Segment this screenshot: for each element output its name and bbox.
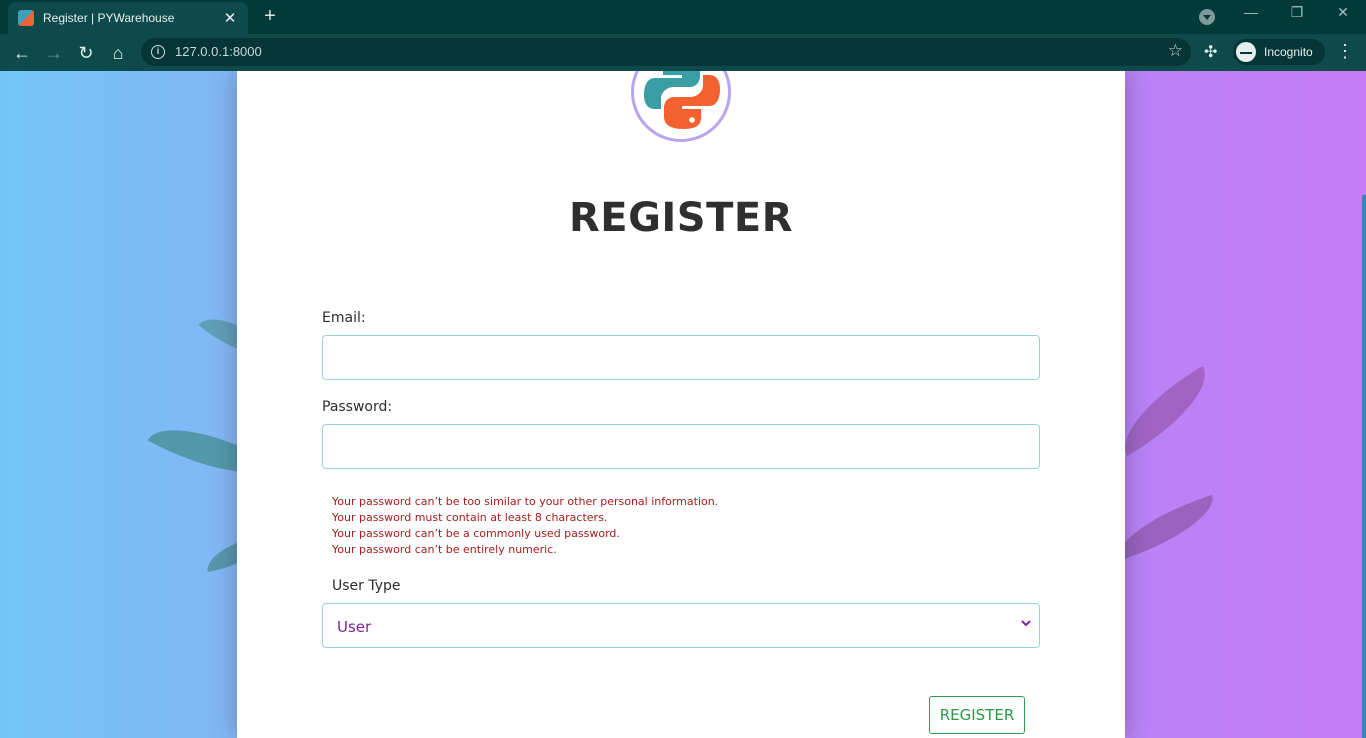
password-help-list: Your password can’t be too similar to yo… [332,494,718,558]
user-type-select[interactable]: User [322,603,1040,648]
chevron-down-icon [1021,620,1031,627]
python-logo-icon [631,71,731,142]
window-close-icon[interactable]: ✕ [1328,4,1358,21]
site-favicon-icon [18,10,34,26]
password-help-item: Your password can’t be too similar to yo… [332,495,719,508]
page-title: REGISTER [568,195,794,241]
browser-tab[interactable]: Register | PYWarehouse ✕ [8,2,248,34]
scrollbar-thumb[interactable] [1362,195,1366,738]
reload-icon[interactable]: ↻ [74,41,98,65]
password-help-item: Your password must contain at least 8 ch… [332,511,608,524]
register-button[interactable]: REGISTER [929,696,1025,734]
user-type-selected-value: User [337,618,372,636]
extensions-puzzle-icon[interactable]: ✣ [1204,42,1217,62]
bookmark-star-icon[interactable]: ☆ [1168,41,1183,61]
tab-close-icon[interactable]: ✕ [222,9,238,27]
tab-search-icon[interactable] [1199,9,1215,25]
password-help-item: Your password can’t be a commonly used p… [332,527,620,540]
incognito-profile-button[interactable]: Incognito [1233,39,1325,65]
incognito-icon [1236,42,1256,62]
minimize-icon[interactable]: — [1236,4,1266,20]
address-bar[interactable]: i 127.0.0.1:8000 ☆ [141,38,1191,66]
password-label: Password: [322,399,393,415]
address-url[interactable]: 127.0.0.1:8000 [175,44,262,59]
browser-toolbar: ← → ↻ ⌂ i 127.0.0.1:8000 ☆ ✣ Incognito ⋮ [0,34,1366,71]
password-field[interactable] [322,424,1040,469]
page-scrollbar[interactable] [1362,71,1366,738]
browser-tab-strip: Register | PYWarehouse ✕ + — ❐ ✕ [0,0,1366,34]
home-icon[interactable]: ⌂ [106,41,130,65]
new-tab-icon[interactable]: + [260,6,280,26]
restore-icon[interactable]: ❐ [1282,4,1312,21]
incognito-label: Incognito [1264,45,1313,59]
tab-title: Register | PYWarehouse [43,11,175,25]
user-type-label: User Type [332,578,401,594]
browser-menu-icon[interactable]: ⋮ [1336,41,1354,62]
password-help-item: Your password can’t be entirely numeric. [332,543,557,556]
register-card: REGISTER Email: Password: Your password … [237,71,1125,738]
email-label: Email: [322,310,366,326]
back-arrow-icon[interactable]: ← [10,41,34,65]
forward-arrow-icon[interactable]: → [42,41,66,65]
site-info-icon[interactable]: i [151,45,165,59]
email-field[interactable] [322,335,1040,380]
page-viewport: REGISTER Email: Password: Your password … [0,71,1366,738]
